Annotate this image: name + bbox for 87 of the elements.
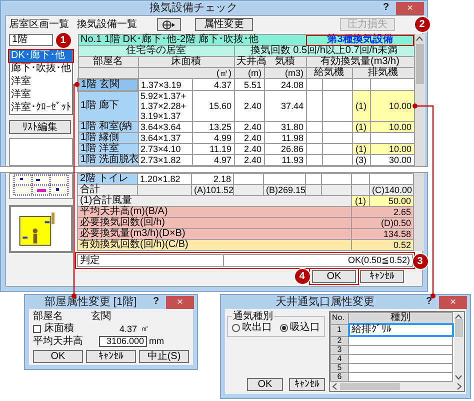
- field-value: 4.37: [118, 324, 137, 334]
- list-item[interactable]: DK･廊下･他: [10, 50, 72, 62]
- close-button[interactable]: ×: [166, 296, 194, 308]
- column-header: 有効換気量(m3/h): [306, 56, 414, 68]
- button[interactable]: ﾘｽﾄ編集: [9, 120, 71, 134]
- list-item[interactable]: 洋室: [10, 89, 72, 101]
- column-header: No.: [330, 312, 348, 324]
- table-cell: 10.00: [370, 90, 414, 122]
- scroll-left-icon[interactable]: [332, 382, 337, 390]
- field-value: 玄関: [91, 312, 111, 322]
- group-label: 通気種別: [232, 311, 274, 322]
- unit-label: mm: [149, 334, 164, 348]
- table-title: No.1 1階 DK･廊下･他-2階 廊下･吹抜･他: [78, 34, 306, 46]
- room-name-cell: 1階 廊下: [78, 90, 138, 122]
- button[interactable]: OK: [312, 270, 356, 283]
- help-button[interactable]: ?: [423, 296, 435, 308]
- button[interactable]: ｷｬﾝｾﾙ: [360, 270, 404, 283]
- close-button[interactable]: ×: [439, 296, 467, 308]
- table-cell: 5.92×1.37+ 1.37×2.28+ 3.19×1.37: [138, 90, 192, 122]
- button[interactable]: ｷｬﾝｾﾙ: [289, 378, 325, 390]
- crosshair-arrow-icon: [161, 20, 177, 30]
- field-label: 平均天井高: [33, 336, 84, 346]
- scroll-thumb[interactable]: [340, 382, 400, 390]
- input-field[interactable]: 3106.000: [99, 336, 147, 347]
- row-label: 合計: [78, 184, 138, 196]
- navigate-button[interactable]: [157, 18, 181, 31]
- button[interactable]: ｷｬﾝｾﾙ: [86, 350, 136, 363]
- row-label: 必要換気量(m3/h)(D×B): [78, 228, 352, 240]
- table-cell: 2.18: [192, 174, 234, 184]
- radio-button[interactable]: 吹出口: [232, 322, 272, 333]
- button[interactable]: OK: [247, 378, 283, 390]
- highlight-frame: [8, 49, 74, 63]
- room-name-cell: 2階 トイレ: [78, 174, 138, 184]
- row-label: 有効換気回数(回/h)(C/B): [78, 240, 352, 250]
- button[interactable]: 中止(S): [139, 350, 189, 363]
- section-label: 換気設備一覧: [77, 19, 138, 30]
- list-item[interactable]: 洋室･ｸﾛｰｾﾞｯﾄ: [10, 102, 72, 114]
- scroll-thumb[interactable]: [454, 319, 462, 337]
- list-item[interactable]: 廊下･吹抜･他: [10, 63, 72, 75]
- column-header: 部屋名: [78, 56, 138, 68]
- scroll-down-icon[interactable]: [455, 374, 462, 380]
- column-header: 床面積: [138, 56, 234, 68]
- unit-label: ㎡: [141, 324, 149, 334]
- column-header: 排気機: [352, 68, 414, 78]
- table-cell: 15.60: [192, 90, 234, 122]
- scroll-up-icon[interactable]: [416, 36, 423, 41]
- column-header: (㎡): [138, 68, 234, 78]
- close-button[interactable]: ×: [396, 2, 424, 14]
- room-name-cell: 1階 和室(納: [78, 122, 138, 132]
- row-number: 1: [330, 324, 348, 336]
- column-header: 住宅等の居室: [78, 46, 234, 56]
- button[interactable]: 属性変更: [195, 18, 253, 31]
- floor-dropdown[interactable]: 1階: [9, 34, 53, 46]
- preview-panel: [9, 138, 73, 166]
- button[interactable]: OK: [33, 350, 83, 363]
- table-cell: 1.20×1.82: [138, 174, 192, 184]
- row-label: 判定: [78, 255, 224, 266]
- room-name-cell: 1階 玄関: [78, 78, 138, 90]
- section-label: 居室区画一覧: [9, 19, 70, 30]
- scroll-right-icon[interactable]: [456, 382, 462, 390]
- help-button[interactable]: ?: [380, 2, 392, 14]
- radio-button[interactable]: 吸込口: [280, 322, 320, 333]
- scroll-up-icon[interactable]: [455, 314, 462, 319]
- list-item[interactable]: 洋室: [10, 76, 72, 88]
- column-header: 給気機: [306, 68, 352, 78]
- table-cell: 37.44: [264, 90, 306, 122]
- dropdown-value: 1階: [11, 35, 28, 45]
- column-header: 天井高: [234, 56, 264, 68]
- window-title: 換気設備チェック: [148, 2, 238, 14]
- grid-cell[interactable]: 給排ｸﾞﾘﾙ: [348, 324, 452, 336]
- table-cell: (1): [352, 90, 370, 122]
- judgement-value: OK(0.50≦0.52): [346, 255, 411, 266]
- help-button[interactable]: ?: [150, 296, 162, 308]
- window-title: 天井通気口属性変更: [274, 296, 376, 308]
- room-name-cell: 1階 縁側: [78, 132, 138, 144]
- column-header: 種別: [348, 312, 452, 324]
- checkbox[interactable]: 床面積: [33, 324, 109, 334]
- room-name-cell: 1階 洋室: [78, 144, 138, 154]
- field-label: 部屋名: [33, 312, 64, 322]
- room-name-cell: 1階 洗面脱衣: [78, 154, 138, 166]
- table-cell: 2.73×1.82: [138, 154, 192, 166]
- row-label: (1)合計風量: [78, 196, 352, 206]
- table-cell: 1.37×3.19: [138, 78, 192, 90]
- row-label: 必要換気回数(回/h): [78, 218, 352, 228]
- table-cell: 2.40: [234, 90, 264, 122]
- row-label: 平均天井高(m)(B/A): [78, 206, 352, 218]
- scroll-thumb[interactable]: [416, 44, 424, 84]
